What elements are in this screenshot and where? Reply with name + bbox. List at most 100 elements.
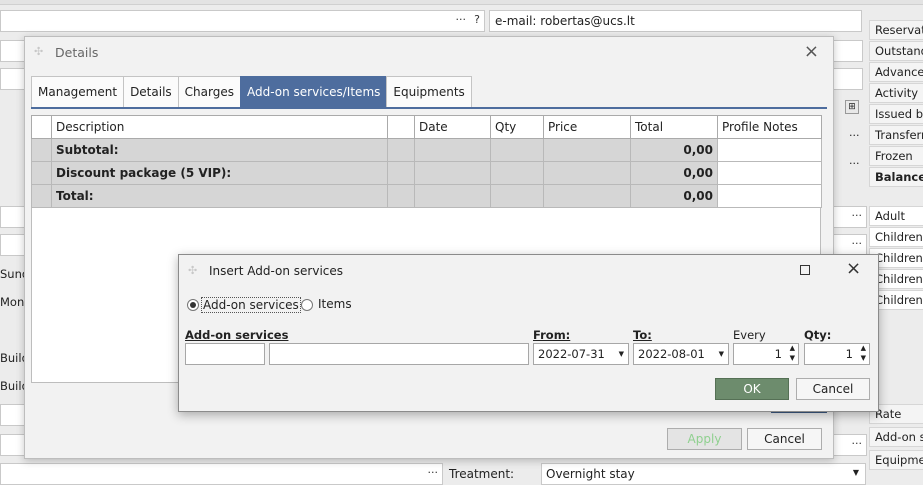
tab-equipments[interactable]: Equipments [386,76,472,109]
list-item[interactable]: Balance [869,167,923,187]
radio-addon-label[interactable]: Add-on services [201,297,301,313]
more-icon[interactable]: ··· [852,209,863,222]
ok-button[interactable]: OK [715,378,789,400]
apply-button[interactable]: Apply [667,428,742,450]
table-row[interactable]: Discount package (5 VIP): 0,00 [31,161,822,185]
row-total: 0,00 [630,138,718,162]
app-icon: ✣ [188,264,198,277]
email-field[interactable]: e-mail: robertas@ucs.lt [489,10,862,32]
list-item[interactable]: Transferr [869,125,923,145]
more-icon[interactable]: ··· [456,13,467,26]
email-text: e-mail: robertas@ucs.lt [495,14,635,28]
row-total: 0,00 [630,161,718,185]
col-qty[interactable]: Qty [490,115,544,139]
bg-field-3[interactable] [831,40,863,62]
name-field[interactable]: ··· ? [0,10,485,32]
more-icon[interactable]: ··· [852,437,863,450]
help-icon[interactable]: ? [474,13,480,26]
treatment-value: Overnight stay [546,467,635,481]
qty-stepper[interactable]: 1 ▲ ▼ [804,343,870,365]
every-value: 1 [774,347,782,361]
bg-more-2[interactable]: ··· [849,157,860,170]
treatment-select[interactable]: Overnight stay ▼ [541,463,866,485]
radio-addon-services[interactable] [187,299,199,311]
dialog-title: Insert Add-on services [209,264,344,278]
list-item[interactable]: Frozen [869,146,923,166]
row-notes [717,138,822,162]
chevron-down-icon: ▼ [852,468,859,477]
radio-items[interactable] [301,299,313,311]
bg-field-7[interactable]: ··· [831,206,867,228]
table-row[interactable]: Subtotal: 0,00 [31,138,822,162]
list-item[interactable]: Activity [869,83,923,103]
grid-header: Description Date Qty Price Total Profile… [31,115,822,139]
from-date-value: 2022-07-31 [538,347,605,361]
details-cancel-button[interactable]: Cancel [747,428,822,450]
bg-field-4[interactable] [831,68,863,90]
bg-field-8[interactable]: ··· [831,234,867,256]
treatment-label: Treatment: [449,467,515,481]
spin-up-icon[interactable]: ▲ [861,344,866,352]
list-item[interactable]: Add-on s [869,427,923,447]
top-strip [0,0,923,5]
details-titlebar[interactable]: ✣ Details × [25,37,833,67]
to-date-value: 2022-08-01 [638,347,705,361]
list-item[interactable]: Issued bi [869,104,923,124]
spin-up-icon[interactable]: ▲ [790,344,795,352]
col-date[interactable]: Date [414,115,491,139]
tab-charges[interactable]: Charges [177,76,240,109]
insert-addon-dialog: ✣ Insert Add-on services × Add-on servic… [178,254,879,412]
left-label-monday: Mon [0,295,25,309]
details-tabs: Management Details Charges Add-on servic… [31,76,472,109]
chevron-down-icon[interactable]: ▼ [719,350,724,358]
row-description: Subtotal: [51,138,388,162]
row-notes [717,161,822,185]
from-date-field[interactable]: 2022-07-31 ▼ [533,343,629,365]
addon-code-input[interactable] [185,343,265,365]
list-item[interactable]: Children [869,227,923,247]
col-blank[interactable] [387,115,415,139]
to-date-field[interactable]: 2022-08-01 ▼ [633,343,729,365]
radio-items-label[interactable]: Items [318,297,352,311]
dialog-cancel-button[interactable]: Cancel [796,378,870,400]
app-icon: ✣ [34,45,44,58]
spin-down-icon[interactable]: ▼ [790,354,795,362]
more-icon[interactable]: ··· [852,237,863,250]
details-title: Details [55,45,99,60]
col-total[interactable]: Total [630,115,718,139]
every-stepper[interactable]: 1 ▲ ▼ [733,343,799,365]
maximize-icon[interactable] [800,265,810,275]
row-description: Total: [51,184,388,208]
table-row[interactable]: Total: 0,00 [31,184,822,208]
col-profile-notes[interactable]: Profile Notes [717,115,822,139]
row-indicator-header [31,115,52,139]
tree-icon[interactable]: ⊞ [845,100,859,114]
col-price[interactable]: Price [543,115,631,139]
bottom-field[interactable]: ··· [0,463,443,485]
more-icon[interactable]: ··· [428,466,439,479]
right-rate-list: Rate Add-on s Equipme [869,404,923,480]
row-notes [717,184,822,208]
tab-addon-services[interactable]: Add-on services/Items [239,76,387,109]
every-label: Every [733,328,766,342]
chevron-down-icon[interactable]: ▼ [619,350,624,358]
close-icon[interactable]: × [804,41,819,62]
bg-field-11[interactable]: ··· [831,434,867,456]
row-total: 0,00 [630,184,718,208]
addon-services-label: Add-on services [185,328,289,342]
spin-down-icon[interactable]: ▼ [861,354,866,362]
addon-name-input[interactable] [269,343,529,365]
list-item[interactable]: Adult [869,206,923,226]
list-item[interactable]: Advance [869,62,923,82]
tab-underline [31,107,827,109]
list-item[interactable]: Reservati [869,20,923,40]
list-item[interactable]: Outstand [869,41,923,61]
bg-more-1[interactable]: ··· [849,129,860,142]
row-description: Discount package (5 VIP): [51,161,388,185]
right-summary-list: Reservati Outstand Advance Activity Issu… [869,20,923,188]
col-description[interactable]: Description [51,115,388,139]
close-icon[interactable]: × [846,258,861,279]
tab-management[interactable]: Management [31,76,124,109]
list-item[interactable]: Equipme [869,450,923,470]
tab-details[interactable]: Details [123,76,178,109]
